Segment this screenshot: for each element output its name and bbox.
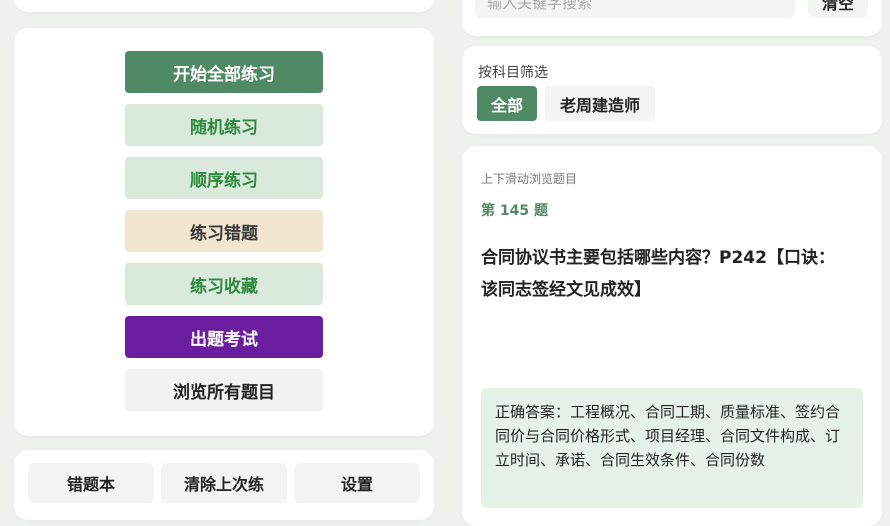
- practice-wrong-button[interactable]: 练习错题: [125, 210, 323, 252]
- subject-filter-label: 按科目筛选: [478, 65, 548, 81]
- scroll-hint: 上下滑动浏览题目: [481, 172, 578, 186]
- random-practice-button[interactable]: 随机练习: [125, 104, 323, 146]
- wrong-book-button[interactable]: 错题本: [28, 463, 154, 503]
- question-number: 第 145 题: [481, 203, 548, 219]
- practice-favorites-button[interactable]: 练习收藏: [125, 263, 323, 305]
- settings-button[interactable]: 设置: [294, 463, 420, 503]
- filter-chip-all[interactable]: 全部: [477, 86, 537, 121]
- search-input[interactable]: 输入关键字搜索: [475, 0, 795, 18]
- filter-chip-laozhou[interactable]: 老周建造师: [545, 86, 655, 121]
- question-text: 合同协议书主要包括哪些内容？P242【口诀：该同志签经文见成效】: [481, 248, 835, 300]
- sequential-practice-button[interactable]: 顺序练习: [125, 157, 323, 199]
- browse-all-questions-button[interactable]: 浏览所有题目: [125, 369, 323, 411]
- answer-text: 正确答案：工程概况、合同工期、质量标准、签约合同价与合同价格形式、项目经理、合同…: [495, 403, 841, 469]
- answer-box: 正确答案：工程概况、合同工期、质量标准、签约合同价与合同价格形式、项目经理、合同…: [481, 388, 863, 508]
- clear-search-button[interactable]: 清空: [808, 0, 868, 18]
- top-left-card: [14, 0, 434, 12]
- start-all-practice-button[interactable]: 开始全部练习: [125, 51, 323, 93]
- clear-last-practice-button[interactable]: 清除上次练: [161, 463, 287, 503]
- exam-button[interactable]: 出题考试: [125, 316, 323, 358]
